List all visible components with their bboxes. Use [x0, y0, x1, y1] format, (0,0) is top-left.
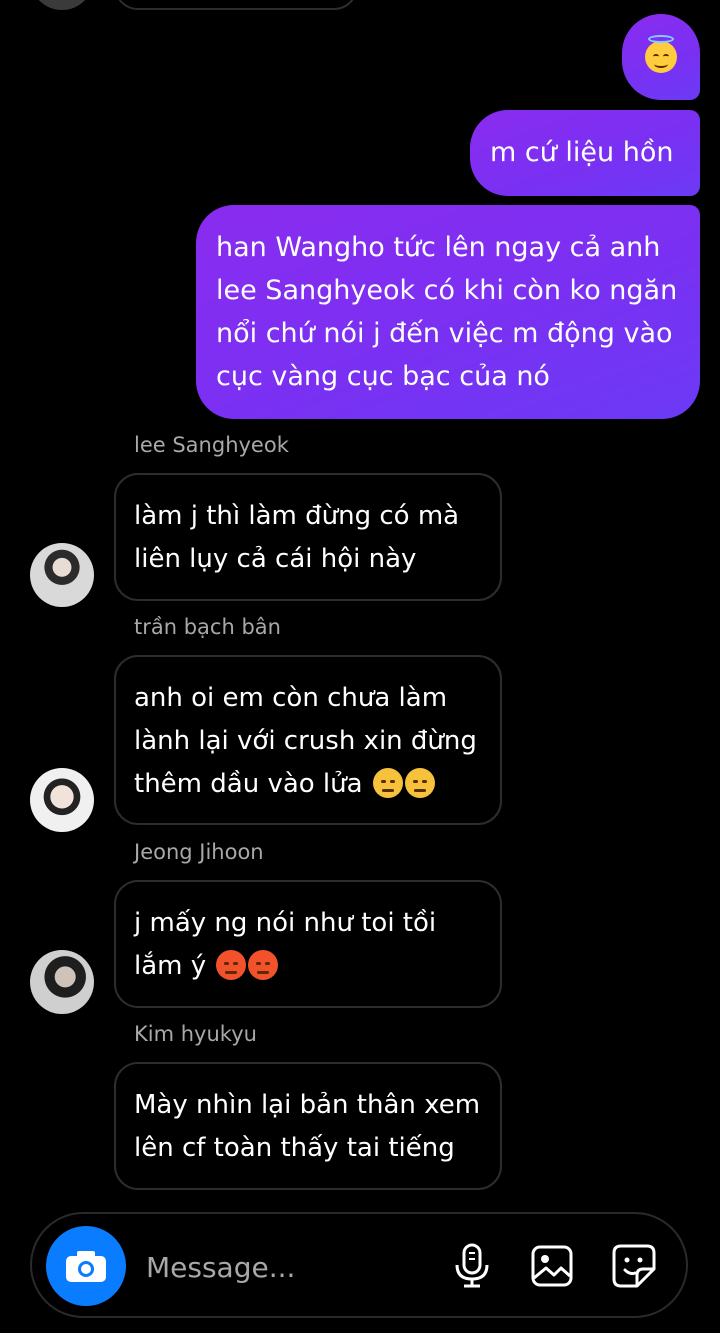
message-text: Mày nhìn lại bản thân xem lên cf toàn th…: [134, 1090, 481, 1163]
avatar[interactable]: [30, 768, 94, 832]
incoming-message[interactable]: Mày nhìn lại bản thân xem lên cf toàn th…: [114, 1062, 502, 1190]
previous-message-bubble-partial: [114, 0, 358, 10]
downcast-face-with-sweat-icon: [404, 768, 435, 798]
avatar-partial[interactable]: [30, 0, 94, 10]
sender-name: Kim hyukyu: [134, 1022, 257, 1046]
message-text: làm j thì làm đừng có mà liên lụy cả cái…: [134, 501, 460, 574]
avatar[interactable]: [30, 950, 94, 1014]
downcast-face-with-sweat-icon: [372, 768, 403, 798]
incoming-message[interactable]: làm j thì làm đừng có mà liên lụy cả cái…: [114, 473, 502, 601]
outgoing-message[interactable]: m cứ liệu hồn: [470, 110, 700, 196]
message-text: han Wangho tức lên ngay cả anh lee Sangh…: [216, 232, 678, 392]
sender-name: lee Sanghyeok: [134, 433, 289, 457]
voice-message-button[interactable]: [448, 1242, 496, 1290]
incoming-message[interactable]: anh oi em còn chưa làm lành lại với crus…: [114, 655, 502, 825]
outgoing-emoji-message[interactable]: [622, 14, 700, 100]
microphone-icon: [455, 1243, 489, 1288]
camera-icon: [66, 1251, 106, 1282]
message-text: j mấy ng nói như toi tồi lắm ý: [134, 908, 437, 981]
message-input[interactable]: [144, 1244, 428, 1290]
avatar[interactable]: [30, 543, 94, 607]
sticker-icon: [612, 1244, 656, 1288]
message-composer: [30, 1212, 688, 1318]
incoming-message[interactable]: j mấy ng nói như toi tồi lắm ý: [114, 880, 502, 1008]
sender-name: trần bạch bân: [134, 615, 281, 639]
message-text: m cứ liệu hồn: [490, 137, 674, 168]
image-icon: [531, 1245, 573, 1287]
gallery-button[interactable]: [528, 1242, 576, 1290]
angry-face-icon: [216, 950, 247, 980]
camera-button[interactable]: [46, 1226, 126, 1306]
sender-name: Jeong Jihoon: [134, 840, 264, 864]
smiling-face-with-halo-icon: [645, 35, 677, 73]
angry-face-icon: [248, 950, 279, 980]
outgoing-message[interactable]: han Wangho tức lên ngay cả anh lee Sangh…: [196, 205, 700, 419]
sticker-button[interactable]: [610, 1242, 658, 1290]
